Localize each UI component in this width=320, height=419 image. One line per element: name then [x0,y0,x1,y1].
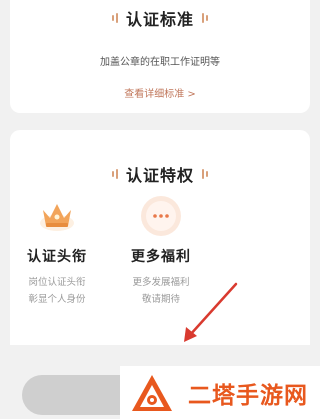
perk-desc-line: 敬请期待 [141,294,180,305]
title-deco-right [202,13,208,23]
title-deco-right [202,169,208,179]
watermark-text: 二塔手游网 [188,382,308,409]
perk-description: 更多发展福利 敬请期待 [106,274,216,308]
site-watermark: 二塔手游网 [120,366,320,419]
standard-title: 认证标准 [125,10,194,29]
perk-desc-line: 岗位认证头衔 [28,277,86,288]
perk-desc-line: 更多发展福利 [132,277,190,288]
privileges-title: 认证特权 [125,166,194,185]
title-deco-left [111,169,118,179]
perk-description: 岗位认证头衔 彰显个人身份 [2,274,112,308]
privileges-card: 认证特权 认证头衔 岗位认证头衔 彰显个人身份 更多福利 更多发展福利 敬请期待 [10,130,310,345]
more-dots-icon [141,196,181,236]
perk-name: 更多福利 [131,249,191,265]
standard-card: 认证标准 加盖公章的在职工作证明等 查看详细标准 > [10,0,310,113]
perk-item-title[interactable]: 认证头衔 岗位认证头衔 彰显个人身份 [2,196,112,308]
standard-description: 加盖公章的在职工作证明等 [100,57,220,68]
view-detail-standard-link[interactable]: 查看详细标准 > [10,85,310,100]
title-deco-left [111,13,118,23]
perk-desc-line: 彰显个人身份 [28,294,86,305]
perk-name: 认证头衔 [27,249,87,265]
perk-item-more-benefits[interactable]: 更多福利 更多发展福利 敬请期待 [106,196,216,308]
crown-icon [37,196,77,236]
standard-title-row: 认证标准 [10,6,310,30]
triangle-logo-icon [132,374,172,411]
privileges-title-row: 认证特权 [10,162,310,186]
